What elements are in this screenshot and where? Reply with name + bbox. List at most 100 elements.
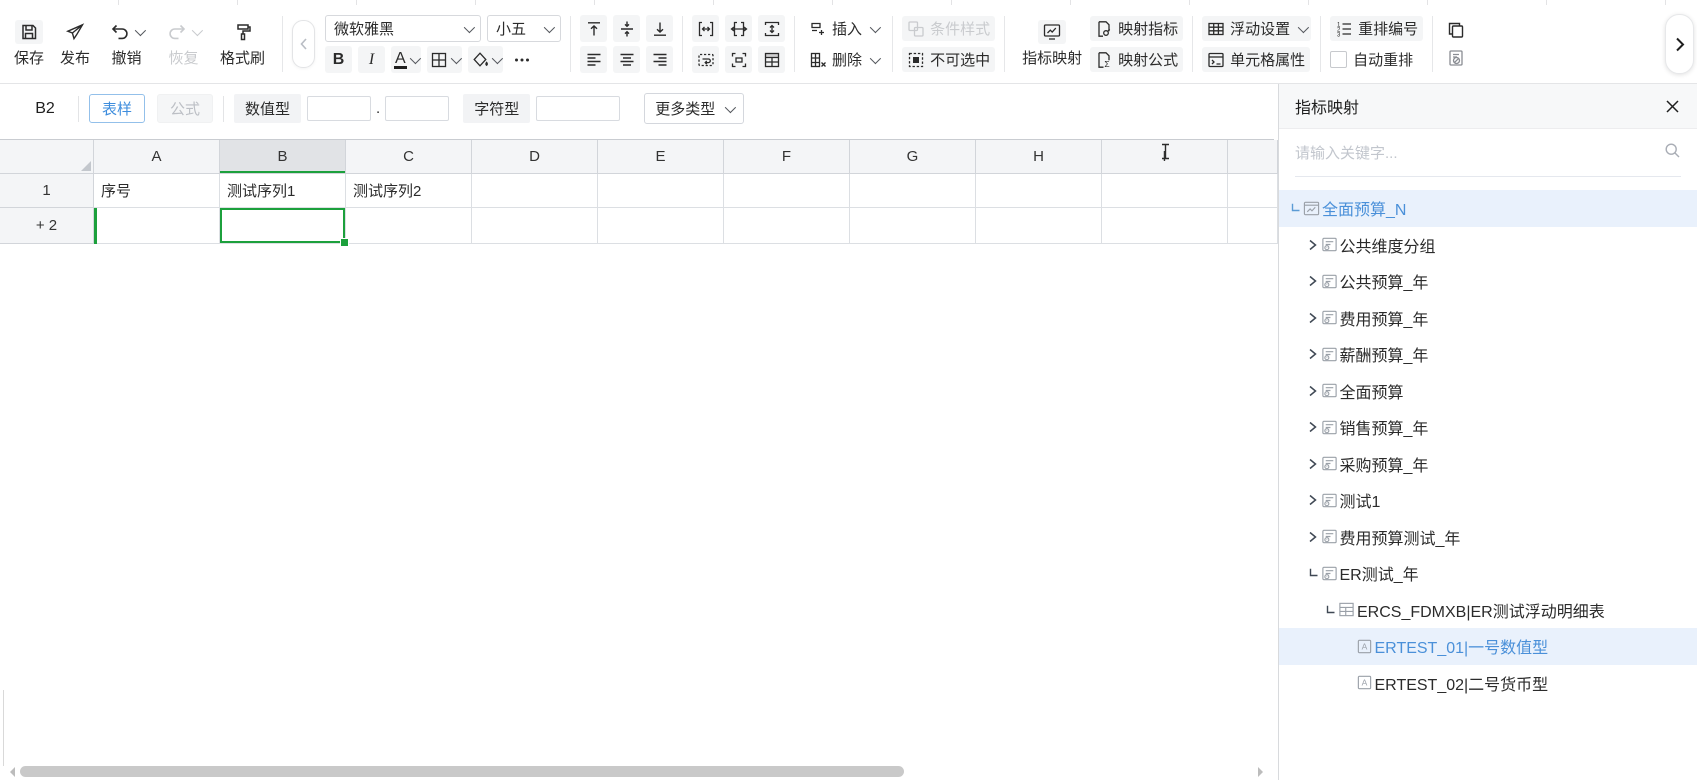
redo-button[interactable]: 恢复 xyxy=(163,20,204,68)
tree-item[interactable]: 采购预算_年 xyxy=(1279,446,1697,483)
chevron-right-icon[interactable] xyxy=(1305,275,1321,287)
float-settings-button[interactable]: 浮动设置 xyxy=(1202,16,1311,41)
merge-rows-button[interactable] xyxy=(758,15,785,42)
format-table-button[interactable] xyxy=(758,46,785,73)
shrink-to-fit-button[interactable] xyxy=(725,46,752,73)
cell[interactable] xyxy=(724,208,850,244)
tree-item[interactable]: 销售预算_年 xyxy=(1279,409,1697,446)
tree-item[interactable]: AERTEST_02|二号货币型 xyxy=(1279,665,1697,702)
undo-button[interactable]: 撤销 xyxy=(106,20,147,68)
font-size-select[interactable]: 小五 xyxy=(487,15,561,42)
auto-rearrange-checkbox[interactable] xyxy=(1330,51,1347,68)
chevron-right-icon[interactable] xyxy=(1305,312,1321,324)
search-input[interactable]: 请输入关键字... xyxy=(1295,142,1664,163)
search-icon[interactable] xyxy=(1664,142,1681,163)
cell[interactable] xyxy=(1228,174,1278,208)
cell[interactable] xyxy=(976,174,1102,208)
italic-button[interactable]: I xyxy=(358,46,385,73)
borders-button[interactable] xyxy=(427,46,462,73)
expanded-corner-icon[interactable] xyxy=(1287,202,1303,214)
renumber-button[interactable]: 123 重排编号 xyxy=(1330,16,1423,41)
numeric-type-button[interactable]: 数值型 xyxy=(234,94,301,123)
scrollbar-thumb[interactable] xyxy=(20,766,904,777)
delete-button[interactable]: 删除 xyxy=(804,47,883,72)
chevron-right-icon[interactable] xyxy=(1305,458,1321,470)
tree-item[interactable]: ER测试_年 xyxy=(1279,555,1697,592)
select-all-corner[interactable] xyxy=(0,140,94,174)
chevron-right-icon[interactable] xyxy=(1305,421,1321,433)
tree-item[interactable]: ERCS_FDMXB|ER测试浮动明细表 xyxy=(1279,592,1697,629)
valign-middle-button[interactable] xyxy=(613,15,640,42)
insert-button[interactable]: 插入 xyxy=(804,16,883,41)
cell[interactable] xyxy=(94,208,220,244)
chevron-right-icon[interactable] xyxy=(1305,494,1321,506)
publish-button[interactable]: 发布 xyxy=(60,20,90,68)
chevron-right-icon[interactable] xyxy=(1305,385,1321,397)
valign-top-button[interactable] xyxy=(580,15,607,42)
cell[interactable] xyxy=(850,174,976,208)
tree-item[interactable]: 费用预算测试_年 xyxy=(1279,519,1697,556)
cell[interactable] xyxy=(850,208,976,244)
cell[interactable]: 测试序列1 xyxy=(220,174,346,208)
cell[interactable] xyxy=(598,208,724,244)
tree-item[interactable]: 公共预算_年 xyxy=(1279,263,1697,300)
cell[interactable] xyxy=(1228,208,1278,244)
cell[interactable] xyxy=(220,208,346,244)
more-formatting-button[interactable] xyxy=(509,46,536,73)
cell[interactable] xyxy=(472,208,598,244)
numeric-integer-input[interactable] xyxy=(307,96,371,121)
halign-left-button[interactable] xyxy=(580,46,607,73)
expanded-corner-icon[interactable] xyxy=(1322,604,1338,616)
scroll-left-arrow-icon[interactable] xyxy=(5,767,15,777)
merge-cells-button[interactable] xyxy=(692,15,719,42)
column-header[interactable]: C xyxy=(346,140,472,174)
fill-color-button[interactable] xyxy=(468,46,503,73)
map-indicator-button[interactable]: 映射指标 xyxy=(1090,16,1183,41)
cell[interactable] xyxy=(598,174,724,208)
valign-bottom-button[interactable] xyxy=(646,15,673,42)
clear-mapping-icon[interactable] xyxy=(1446,48,1486,68)
format-painter-button[interactable]: 格式刷 xyxy=(220,20,265,68)
batch-copy-icon[interactable] xyxy=(1446,20,1486,40)
column-header[interactable]: H xyxy=(976,140,1102,174)
map-formula-button[interactable]: Σ 映射公式 xyxy=(1090,47,1183,72)
numeric-decimal-input[interactable] xyxy=(385,96,449,121)
tree-item[interactable]: 全面预算_N xyxy=(1279,190,1697,227)
cell[interactable] xyxy=(346,208,472,244)
tree-item[interactable]: AERTEST_01|一号数值型 xyxy=(1279,628,1697,665)
save-button[interactable]: 保存 xyxy=(14,20,44,68)
cell[interactable] xyxy=(1102,208,1228,244)
tab-table-style[interactable]: 表样 xyxy=(89,94,145,123)
tree-item[interactable]: 公共维度分组 xyxy=(1279,227,1697,264)
row-header[interactable]: 1 xyxy=(0,174,94,208)
scroll-right-arrow-icon[interactable] xyxy=(1258,767,1268,777)
expand-toolbar-button[interactable] xyxy=(1665,14,1694,74)
bold-button[interactable]: B xyxy=(325,46,352,73)
char-width-input[interactable] xyxy=(536,96,620,121)
undo-dropdown-chevron-icon[interactable] xyxy=(135,25,146,36)
cell-properties-button[interactable]: 单元格属性 xyxy=(1202,47,1310,72)
tree-item[interactable]: 费用预算_年 xyxy=(1279,300,1697,337)
wrap-text-button[interactable] xyxy=(692,46,719,73)
tree-item[interactable]: 测试1 xyxy=(1279,482,1697,519)
row-header[interactable]: + 2 xyxy=(0,208,94,244)
char-type-button[interactable]: 字符型 xyxy=(463,94,530,123)
tree-item[interactable]: 全面预算 xyxy=(1279,373,1697,410)
cell[interactable] xyxy=(976,208,1102,244)
horizontal-scrollbar[interactable] xyxy=(0,764,1278,780)
column-header[interactable] xyxy=(1228,140,1278,174)
column-header[interactable]: D xyxy=(472,140,598,174)
collapse-toolbar-button[interactable] xyxy=(292,20,315,68)
font-color-underline-button[interactable]: A xyxy=(391,46,421,73)
column-header[interactable]: E xyxy=(598,140,724,174)
expanded-corner-icon[interactable] xyxy=(1305,567,1321,579)
column-header[interactable]: B xyxy=(220,140,346,174)
halign-right-button[interactable] xyxy=(646,46,673,73)
chevron-right-icon[interactable] xyxy=(1305,239,1321,251)
cell[interactable] xyxy=(724,174,850,208)
halign-center-button[interactable] xyxy=(613,46,640,73)
font-family-select[interactable]: 微软雅黑 xyxy=(325,15,481,42)
cell[interactable]: 测试序列2 xyxy=(346,174,472,208)
cell[interactable]: 序号 xyxy=(94,174,220,208)
chevron-right-icon[interactable] xyxy=(1305,348,1321,360)
